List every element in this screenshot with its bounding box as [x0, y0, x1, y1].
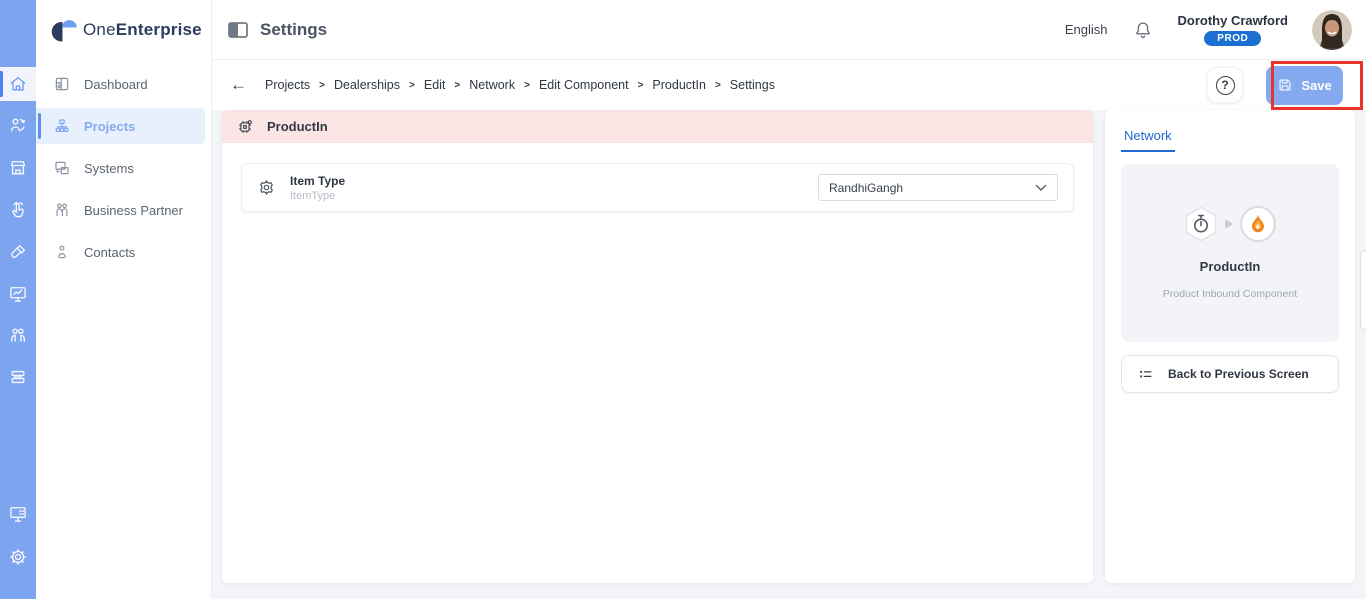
brand-logo[interactable]: OneEnterprise [36, 0, 211, 60]
rail-monitor-apps-icon[interactable] [0, 497, 36, 531]
rail-user-sync-icon[interactable] [0, 108, 36, 142]
item-type-select[interactable]: RandhiGangh [818, 174, 1058, 201]
user-name: Dorothy Crawford [1178, 13, 1289, 28]
app-window: OneEnterprise Dashboard Projects Systems… [0, 0, 1366, 599]
breadcrumb-item[interactable]: Network [469, 78, 515, 92]
breadcrumb-separator: > [409, 80, 415, 91]
sidebar: OneEnterprise Dashboard Projects Systems… [36, 0, 212, 599]
stack-icon [8, 367, 28, 387]
field-technical-name: ItemType [290, 190, 345, 202]
save-button[interactable]: Save [1266, 66, 1343, 105]
icon-rail [0, 0, 36, 599]
breadcrumb-item[interactable]: Projects [265, 78, 310, 92]
component-logo-badge [1240, 206, 1276, 242]
rail-stack-icon[interactable] [0, 360, 36, 394]
breadcrumb-separator: > [715, 80, 721, 91]
gear-icon [8, 547, 28, 567]
rail-partners-icon[interactable] [0, 318, 36, 352]
monitor-apps-icon [8, 504, 28, 524]
breadcrumb-separator: > [638, 80, 644, 91]
sidebar-item-label: Dashboard [84, 77, 148, 92]
network-preview-box: ProductIn Product Inbound Component [1121, 164, 1339, 342]
contacts-icon [53, 243, 71, 261]
section-title: ProductIn [267, 119, 328, 134]
sidebar-item-label: Systems [84, 161, 134, 176]
tab-network[interactable]: Network [1121, 126, 1175, 152]
user-sync-icon [8, 115, 28, 135]
brand-name: OneEnterprise [83, 20, 202, 40]
settings-card: ProductIn Item Type ItemType RandhiGangh [222, 110, 1093, 583]
breadcrumb-separator: > [454, 80, 460, 91]
scrollbar-thumb[interactable] [1360, 250, 1366, 330]
breadcrumb-item[interactable]: Settings [730, 78, 775, 92]
item-type-selected-value: RandhiGangh [829, 181, 903, 195]
component-section-header: ProductIn [222, 110, 1093, 143]
component-name: ProductIn [1200, 259, 1261, 274]
page-title: Settings [260, 20, 327, 40]
content-area: Settings English Dorothy Crawford PROD [212, 0, 1366, 599]
systems-icon [53, 159, 71, 177]
sidebar-item-label: Contacts [84, 245, 135, 260]
top-header: Settings English Dorothy Crawford PROD [212, 0, 1366, 60]
breadcrumb-item[interactable]: Edit [424, 78, 446, 92]
brand-logo-mark [49, 15, 79, 45]
partners-icon [8, 325, 28, 345]
touch-icon [8, 200, 28, 220]
save-button-label: Save [1301, 78, 1331, 93]
sidebar-item-label: Projects [84, 119, 135, 134]
business-partner-icon [53, 201, 71, 219]
breadcrumb-item[interactable]: Dealerships [334, 78, 400, 92]
rail-touch-icon[interactable] [0, 193, 36, 227]
flame-icon [1246, 212, 1270, 236]
chevron-down-icon [1035, 184, 1047, 192]
language-selector[interactable]: English [1065, 22, 1108, 37]
breadcrumb-separator: > [319, 80, 325, 91]
back-to-previous-screen-button[interactable]: Back to Previous Screen [1121, 355, 1339, 393]
help-button[interactable]: ? [1207, 67, 1243, 103]
timer-hexagon-badge [1184, 206, 1218, 242]
flow-arrow-icon [1225, 219, 1233, 229]
back-arrow-icon[interactable]: ← [230, 75, 247, 95]
brush-icon [8, 242, 28, 262]
org-chart-icon [53, 117, 71, 135]
item-type-field-row: Item Type ItemType RandhiGangh [241, 163, 1074, 212]
rail-store-icon[interactable] [0, 151, 36, 185]
sidebar-item-dashboard[interactable]: Dashboard [36, 66, 205, 102]
monitor-chart-icon [8, 284, 28, 304]
store-icon [8, 158, 28, 178]
list-icon [1137, 366, 1154, 383]
panel-toggle-icon[interactable] [228, 21, 248, 39]
rail-brush-icon[interactable] [0, 235, 36, 269]
sidebar-item-projects[interactable]: Projects [36, 108, 205, 144]
rail-monitor-chart-icon[interactable] [0, 277, 36, 311]
sidebar-item-business-partner[interactable]: Business Partner [36, 192, 205, 228]
sidebar-item-contacts[interactable]: Contacts [36, 234, 205, 270]
network-panel: Network [1105, 110, 1355, 583]
component-description: Product Inbound Component [1163, 288, 1297, 300]
user-menu[interactable]: Dorothy Crawford PROD [1178, 13, 1289, 46]
field-gear-icon [257, 178, 276, 197]
sidebar-item-label: Business Partner [84, 203, 183, 218]
rail-settings-icon[interactable] [0, 540, 36, 574]
field-label: Item Type [290, 174, 345, 188]
sidebar-item-systems[interactable]: Systems [36, 150, 205, 186]
question-icon: ? [1216, 76, 1235, 95]
breadcrumb-separator: > [524, 80, 530, 91]
chip-icon [236, 118, 254, 136]
home-icon [8, 74, 28, 94]
breadcrumb-item[interactable]: Edit Component [539, 78, 629, 92]
workspace: ProductIn Item Type ItemType RandhiGangh [212, 110, 1366, 599]
avatar-image [1312, 10, 1352, 50]
back-button-label: Back to Previous Screen [1168, 367, 1309, 381]
user-avatar[interactable] [1312, 10, 1352, 50]
toolbar: ← Projects > Dealerships > Edit > Networ… [212, 60, 1366, 110]
save-floppy-icon [1277, 77, 1293, 93]
dashboard-icon [53, 75, 71, 93]
notifications-bell-icon[interactable] [1132, 19, 1154, 41]
breadcrumb-item[interactable]: ProductIn [652, 78, 706, 92]
rail-home-icon[interactable] [0, 67, 36, 101]
breadcrumb: Projects > Dealerships > Edit > Network … [265, 78, 775, 92]
environment-badge: PROD [1204, 31, 1261, 46]
